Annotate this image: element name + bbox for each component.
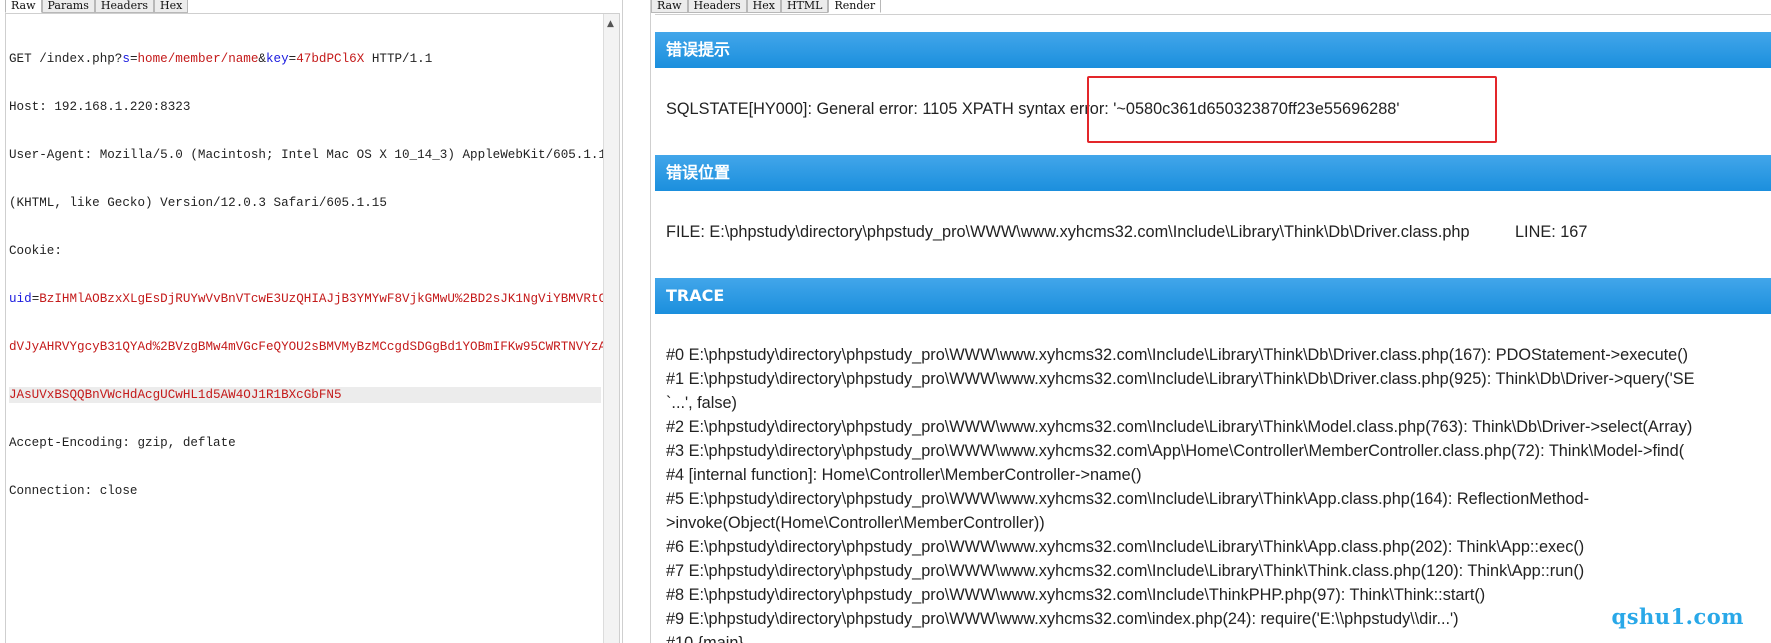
rendered-page: 错误提示 SQLSTATE[HY000]: General error: 110… <box>655 14 1771 643</box>
tab-response-html[interactable]: HTML <box>780 0 829 13</box>
cookie-uid-continued: dVJyAHRVYgcyB31QYAd%2BVzgBMw4mVGcFeQYOU2… <box>9 340 620 354</box>
trace-line: #7 E:\phpstudy\directory\phpstudy_pro\WW… <box>666 562 1585 580</box>
watermark: qshu1.com <box>1611 604 1744 629</box>
user-agent-continued: (KHTML, like Gecko) Version/12.0.3 Safar… <box>9 196 387 210</box>
trace-line: #1 E:\phpstudy\directory\phpstudy_pro\WW… <box>666 370 1695 388</box>
request-scrollbar[interactable]: ▲ <box>603 14 619 643</box>
location-heading: 错误位置 <box>655 155 1771 191</box>
request-pane: Raw Params Headers Hex GET /index.php?s=… <box>0 0 623 643</box>
request-tabbar: Raw Params Headers Hex <box>5 0 189 13</box>
trace-line: #10 {main} <box>666 634 744 643</box>
trace-line: #6 E:\phpstudy\directory\phpstudy_pro\WW… <box>666 538 1585 556</box>
location-file: FILE: E:\phpstudy\directory\phpstudy_pro… <box>666 223 1470 241</box>
user-agent-header: User-Agent: Mozilla/5.0 (Macintosh; Inte… <box>9 148 614 162</box>
response-pane: Raw Headers Hex HTML Render 错误提示 SQLSTAT… <box>650 0 1771 643</box>
host-header: Host: 192.168.1.220:8323 <box>9 100 191 114</box>
tab-response-hex[interactable]: Hex <box>746 0 781 13</box>
error-heading: 错误提示 <box>655 32 1771 68</box>
accept-encoding-header: Accept-Encoding: gzip, deflate <box>9 436 236 450</box>
tab-response-raw[interactable]: Raw <box>651 0 688 13</box>
trace-line: #3 E:\phpstudy\directory\phpstudy_pro\WW… <box>666 442 1685 460</box>
tab-raw[interactable]: Raw <box>5 0 42 13</box>
request-line: GET /index.php?s=home/member/name&key=47… <box>9 52 433 66</box>
trace-line: #4 [internal function]: Home\Controller\… <box>666 466 1142 484</box>
tab-params[interactable]: Params <box>41 0 95 13</box>
tab-headers[interactable]: Headers <box>94 0 154 13</box>
trace-line: #2 E:\phpstudy\directory\phpstudy_pro\WW… <box>666 418 1693 436</box>
request-editor[interactable]: GET /index.php?s=home/member/name&key=47… <box>5 13 620 643</box>
trace-line: >invoke(Object(Home\Controller\MemberCon… <box>666 514 1045 532</box>
tab-response-headers[interactable]: Headers <box>687 0 747 13</box>
trace-line: #8 E:\phpstudy\directory\phpstudy_pro\WW… <box>666 586 1486 604</box>
cookie-uid-line: uid=BzIHMlAOBzxXLgEsDjRUYwVvBnVTcwE3UzQH… <box>9 292 620 306</box>
scroll-up-icon[interactable]: ▲ <box>607 19 614 29</box>
highlight-box <box>1087 76 1497 143</box>
cookie-uid-continued-cursor: JAsUVxBSQQBnVWcHdAcgUCwHL1d5AW4OJ1R1BXcG… <box>9 387 601 403</box>
tab-hex[interactable]: Hex <box>154 0 189 13</box>
cookie-header: Cookie: <box>9 244 62 258</box>
trace-line: #5 E:\phpstudy\directory\phpstudy_pro\WW… <box>666 490 1590 508</box>
response-tabbar: Raw Headers Hex HTML Render <box>651 0 882 14</box>
connection-header: Connection: close <box>9 484 138 498</box>
trace-line: #9 E:\phpstudy\directory\phpstudy_pro\WW… <box>666 610 1459 628</box>
trace-heading: TRACE <box>655 278 1771 314</box>
trace-line: `...', false) <box>666 394 737 412</box>
trace-line: #0 E:\phpstudy\directory\phpstudy_pro\WW… <box>666 346 1689 364</box>
trace-list: #0 E:\phpstudy\directory\phpstudy_pro\WW… <box>666 343 1694 643</box>
location-line: LINE: 167 <box>1515 223 1588 241</box>
tab-response-render[interactable]: Render <box>828 0 882 13</box>
request-text[interactable]: GET /index.php?s=home/member/name&key=47… <box>9 19 620 531</box>
